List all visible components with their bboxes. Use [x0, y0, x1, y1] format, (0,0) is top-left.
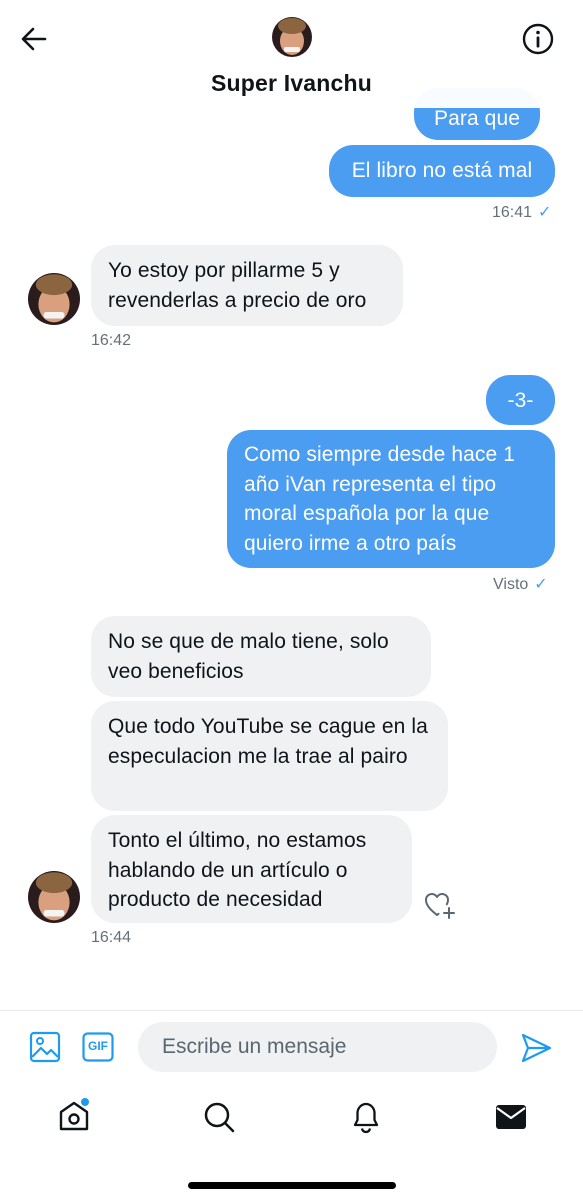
heart-plus-icon [425, 893, 455, 919]
home-icon [59, 1098, 89, 1131]
image-icon [29, 1031, 61, 1063]
tab-search[interactable] [202, 1100, 236, 1139]
tab-notifications[interactable] [349, 1099, 383, 1140]
check-icon: ✓ [538, 204, 552, 221]
avatar-image [28, 871, 80, 923]
back-button[interactable] [18, 22, 52, 56]
composer-divider [0, 1010, 583, 1011]
avatar-image [28, 273, 80, 325]
send-button[interactable] [519, 1032, 553, 1069]
tab-messages[interactable] [495, 1103, 527, 1136]
check-icon: ✓ [534, 576, 548, 593]
conversation-header: Super Ivanchu [0, 0, 583, 108]
arrow-left-icon [21, 27, 47, 51]
message-input-placeholder: Escribe un mensaje [162, 1035, 347, 1058]
header-avatar[interactable] [272, 17, 312, 57]
avatar-image [272, 17, 312, 57]
message-bubble-sent[interactable]: El libro no está mal [329, 145, 555, 197]
message-bubble-received[interactable]: No se que de malo tiene, solo veo benefi… [91, 616, 431, 697]
image-button[interactable] [29, 1031, 61, 1068]
message-bubble-received[interactable]: Que todo YouTube se cague en la especula… [91, 701, 448, 811]
gif-label: GIF [88, 1039, 108, 1053]
message-timestamp: 16:42 [91, 332, 132, 349]
gif-button[interactable]: GIF [82, 1032, 114, 1067]
info-circle-icon [522, 23, 554, 55]
sender-avatar[interactable] [28, 871, 80, 923]
mail-icon [496, 1105, 526, 1129]
message-bubble-received[interactable]: Yo estoy por pillarme 5 y revenderlas a … [91, 245, 403, 326]
search-icon [204, 1102, 235, 1133]
home-indicator [188, 1182, 396, 1189]
message-bubble-sent[interactable]: -3- [486, 375, 555, 425]
bell-icon [353, 1102, 379, 1134]
message-bubble-received[interactable]: Tonto el último, no estamos hablando de … [91, 815, 412, 923]
message-input[interactable]: Escribe un mensaje [138, 1022, 497, 1072]
sender-avatar[interactable] [28, 273, 80, 325]
tab-home[interactable] [56, 1098, 92, 1139]
message-timestamp: 16:44 [91, 929, 132, 946]
message-timestamp: 16:41 ✓ [492, 204, 552, 221]
conversation-title: Super Ivanchu [210, 70, 373, 96]
send-icon [521, 1033, 552, 1063]
info-button[interactable] [521, 22, 555, 56]
message-bubble-sent[interactable]: Como siempre desde hace 1 año iVan repre… [227, 430, 555, 568]
like-button[interactable] [422, 888, 458, 927]
message-seen-status: Visto ✓ [493, 576, 548, 593]
